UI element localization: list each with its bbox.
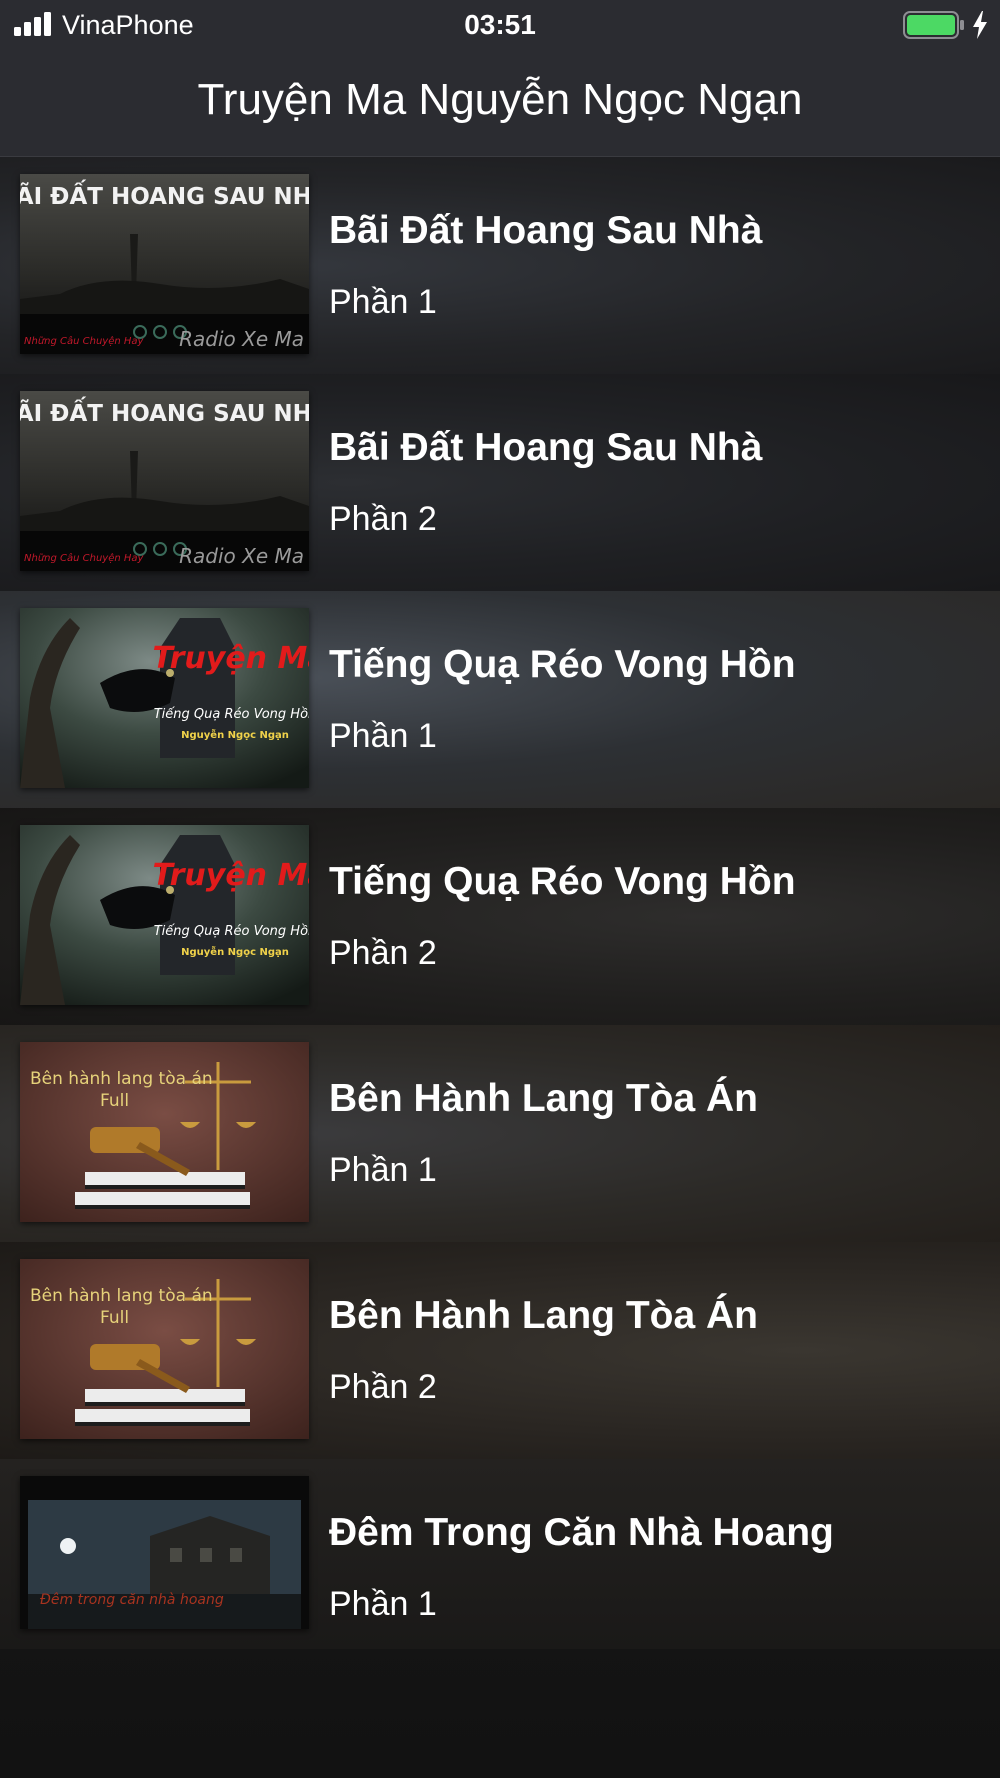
thumbnail-title: Bên hành lang tòa án (30, 1069, 213, 1089)
story-part: Phần 2 (329, 934, 437, 972)
story-row[interactable]: Truyện Ma Tiếng Quạ Réo Vong Hồn Nguyễn … (0, 591, 1000, 809)
story-thumbnail: Bên hành lang tòa án Full (20, 1259, 309, 1439)
story-row[interactable]: BÃI ĐẤT HOANG SAU NHÀ Những Câu Chuyện H… (0, 157, 1000, 375)
thumbnail-brand: Radio Xe Ma (179, 327, 304, 351)
story-part: Phần 2 (329, 500, 437, 538)
story-row[interactable]: Đêm trong căn nhà hoang Đêm Trong Căn Nh… (0, 1459, 1000, 1649)
story-title: Bên Hành Lang Tòa Án (329, 1077, 758, 1120)
battery-full-icon (903, 11, 964, 39)
status-bar: VinaPhone 03:51 (0, 0, 1000, 50)
story-thumbnail: Truyện Ma Tiếng Quạ Réo Vong Hồn Nguyễn … (20, 825, 309, 1005)
story-part: Phần 1 (329, 1151, 437, 1189)
story-part: Phần 1 (329, 283, 437, 321)
navigation-bar: Truyện Ma Nguyễn Ngọc Ngạn (0, 50, 1000, 157)
thumbnail-brand: Radio Xe Ma (179, 544, 304, 568)
story-title: Đêm Trong Căn Nhà Hoang (329, 1511, 834, 1554)
story-row[interactable]: BÃI ĐẤT HOANG SAU NHÀ Những Câu Chuyện H… (0, 374, 1000, 592)
story-thumbnail: Đêm trong căn nhà hoang (20, 1476, 309, 1629)
thumbnail-subtitle: Full (100, 1308, 129, 1328)
app-screen: VinaPhone 03:51 Truyện Ma Nguyễn Ngọc Ng… (0, 0, 1000, 1778)
story-row[interactable]: Bên hành lang tòa án Full Bên Hành Lang … (0, 1242, 1000, 1460)
story-title: Tiếng Quạ Réo Vong Hồn (329, 860, 796, 903)
thumbnail-subtitle: Full (100, 1091, 129, 1111)
story-title: Bãi Đất Hoang Sau Nhà (329, 426, 763, 469)
story-part: Phần 1 (329, 1585, 437, 1623)
story-row[interactable]: Bên hành lang tòa án Full Bên Hành Lang … (0, 1025, 1000, 1243)
story-part: Phần 1 (329, 717, 437, 755)
thumbnail-title: Bên hành lang tòa án (30, 1286, 213, 1306)
thumbnail-subtitle: Những Câu Chuyện Hay (24, 552, 145, 564)
thumbnail-subtitle: Tiếng Quạ Réo Vong Hồn (154, 924, 309, 939)
thumbnail-title: Đêm trong căn nhà hoang (40, 1592, 224, 1608)
status-time: 03:51 (464, 9, 536, 40)
thumbnail-author: Nguyễn Ngọc Ngạn (181, 728, 289, 741)
thumbnail-subtitle: Tiếng Quạ Réo Vong Hồn (154, 707, 309, 722)
story-thumbnail: BÃI ĐẤT HOANG SAU NHÀ Những Câu Chuyện H… (20, 174, 309, 354)
thumbnail-title: BÃI ĐẤT HOANG SAU NHÀ (20, 179, 309, 210)
thumbnail-title: BÃI ĐẤT HOANG SAU NHÀ (20, 396, 309, 427)
story-thumbnail: Truyện Ma Tiếng Quạ Réo Vong Hồn Nguyễn … (20, 608, 309, 788)
page-title: Truyện Ma Nguyễn Ngọc Ngạn (197, 75, 803, 124)
story-title: Tiếng Quạ Réo Vong Hồn (329, 643, 796, 686)
story-thumbnail: BÃI ĐẤT HOANG SAU NHÀ Những Câu Chuyện H… (20, 391, 309, 571)
story-list[interactable]: BÃI ĐẤT HOANG SAU NHÀ Những Câu Chuyện H… (0, 157, 1000, 1778)
story-title: Bãi Đất Hoang Sau Nhà (329, 209, 763, 252)
story-part: Phần 2 (329, 1368, 437, 1406)
story-title: Bên Hành Lang Tòa Án (329, 1294, 758, 1337)
story-row[interactable]: Truyện Ma Tiếng Quạ Réo Vong Hồn Nguyễn … (0, 808, 1000, 1026)
thumbnail-subtitle: Những Câu Chuyện Hay (24, 335, 145, 347)
story-thumbnail: Bên hành lang tòa án Full (20, 1042, 309, 1222)
thumbnail-title: Truyện Ma (152, 858, 309, 893)
thumbnail-title: Truyện Ma (152, 641, 309, 676)
charging-bolt-icon (973, 11, 987, 39)
thumbnail-author: Nguyễn Ngọc Ngạn (181, 945, 289, 958)
